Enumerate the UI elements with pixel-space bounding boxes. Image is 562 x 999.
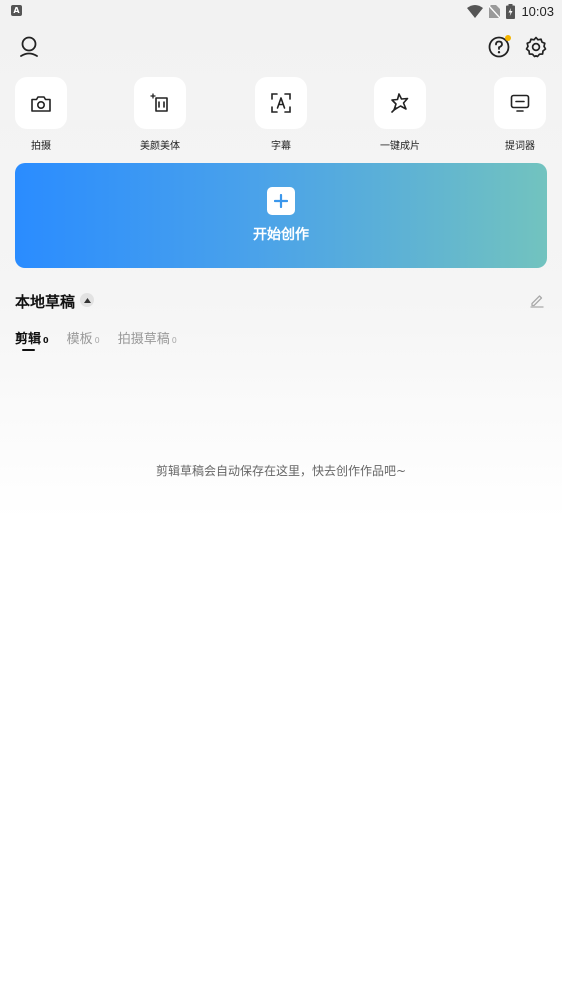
top-bar [0,30,562,64]
tab-label: 剪辑 [15,332,42,347]
tool-label: 美颜美体 [140,141,180,152]
tool-shoot-tile[interactable] [15,77,67,129]
tool-label: 字幕 [271,141,291,152]
tool-teleprompter-tile[interactable] [494,77,546,129]
start-create-label: 开始创作 [253,227,309,243]
edit-drafts-button[interactable] [529,292,545,308]
status-icons: 10:03 [467,2,554,20]
notification-dot [505,35,511,41]
tab-count: 0 [43,336,49,345]
tool-teleprompter[interactable]: 提词器 [480,77,560,152]
beauty-icon [150,93,168,112]
empty-drafts-message: 剪辑草稿会自动保存在这里，快去创作作品吧~ [155,464,407,478]
tool-label: 一键成片 [380,141,420,152]
draft-tabs: 剪辑 0 模板 0 拍摄草稿 0 [15,328,177,354]
settings-button[interactable] [521,32,551,62]
camera-icon [31,95,51,112]
quick-tools: 拍摄 美颜美体 字幕 一键成片 提词器 [0,77,562,157]
profile-icon [20,36,38,57]
status-bar: A 10:03 [0,0,562,22]
tool-one-click[interactable]: 一键成片 [360,77,440,152]
tool-label: 拍摄 [31,141,51,152]
tool-label: 提词器 [505,141,535,152]
tool-shoot[interactable]: 拍摄 [1,77,81,152]
tab-edit[interactable]: 剪辑 0 [15,328,49,354]
tab-label: 模板 [66,332,93,347]
one-click-icon [391,93,409,113]
battery-charging-icon [506,3,516,19]
no-sim-icon [489,4,501,18]
teleprompter-icon [510,94,530,112]
caret-up-icon [83,297,91,303]
drafts-title: 本地草稿 [15,293,76,311]
tool-subtitle[interactable]: 字幕 [241,77,321,152]
clock: 10:03 [521,3,554,19]
tool-beauty-tile[interactable] [134,77,186,129]
tab-label: 拍摄草稿 [117,332,170,347]
drafts-collapse-toggle[interactable] [80,293,94,307]
tab-count: 0 [94,336,100,345]
tool-subtitle-tile[interactable] [255,77,307,129]
profile-button[interactable] [14,32,44,62]
wifi-icon [467,4,484,18]
settings-icon [525,36,547,58]
plus-icon [267,187,295,215]
subtitle-icon [271,93,291,113]
active-tab-indicator [22,349,35,351]
tool-one-click-tile[interactable] [374,77,426,129]
tab-shoot-drafts[interactable]: 拍摄草稿 0 [118,328,177,354]
app-notification-icon: A [11,5,22,16]
tab-count: 0 [171,336,177,345]
drafts-header: 本地草稿 [15,290,547,312]
tab-template[interactable]: 模板 0 [67,328,100,354]
help-button[interactable] [484,32,514,62]
edit-icon [530,295,544,308]
start-create-button[interactable]: 开始创作 [15,163,547,268]
tool-beauty[interactable]: 美颜美体 [120,77,200,152]
